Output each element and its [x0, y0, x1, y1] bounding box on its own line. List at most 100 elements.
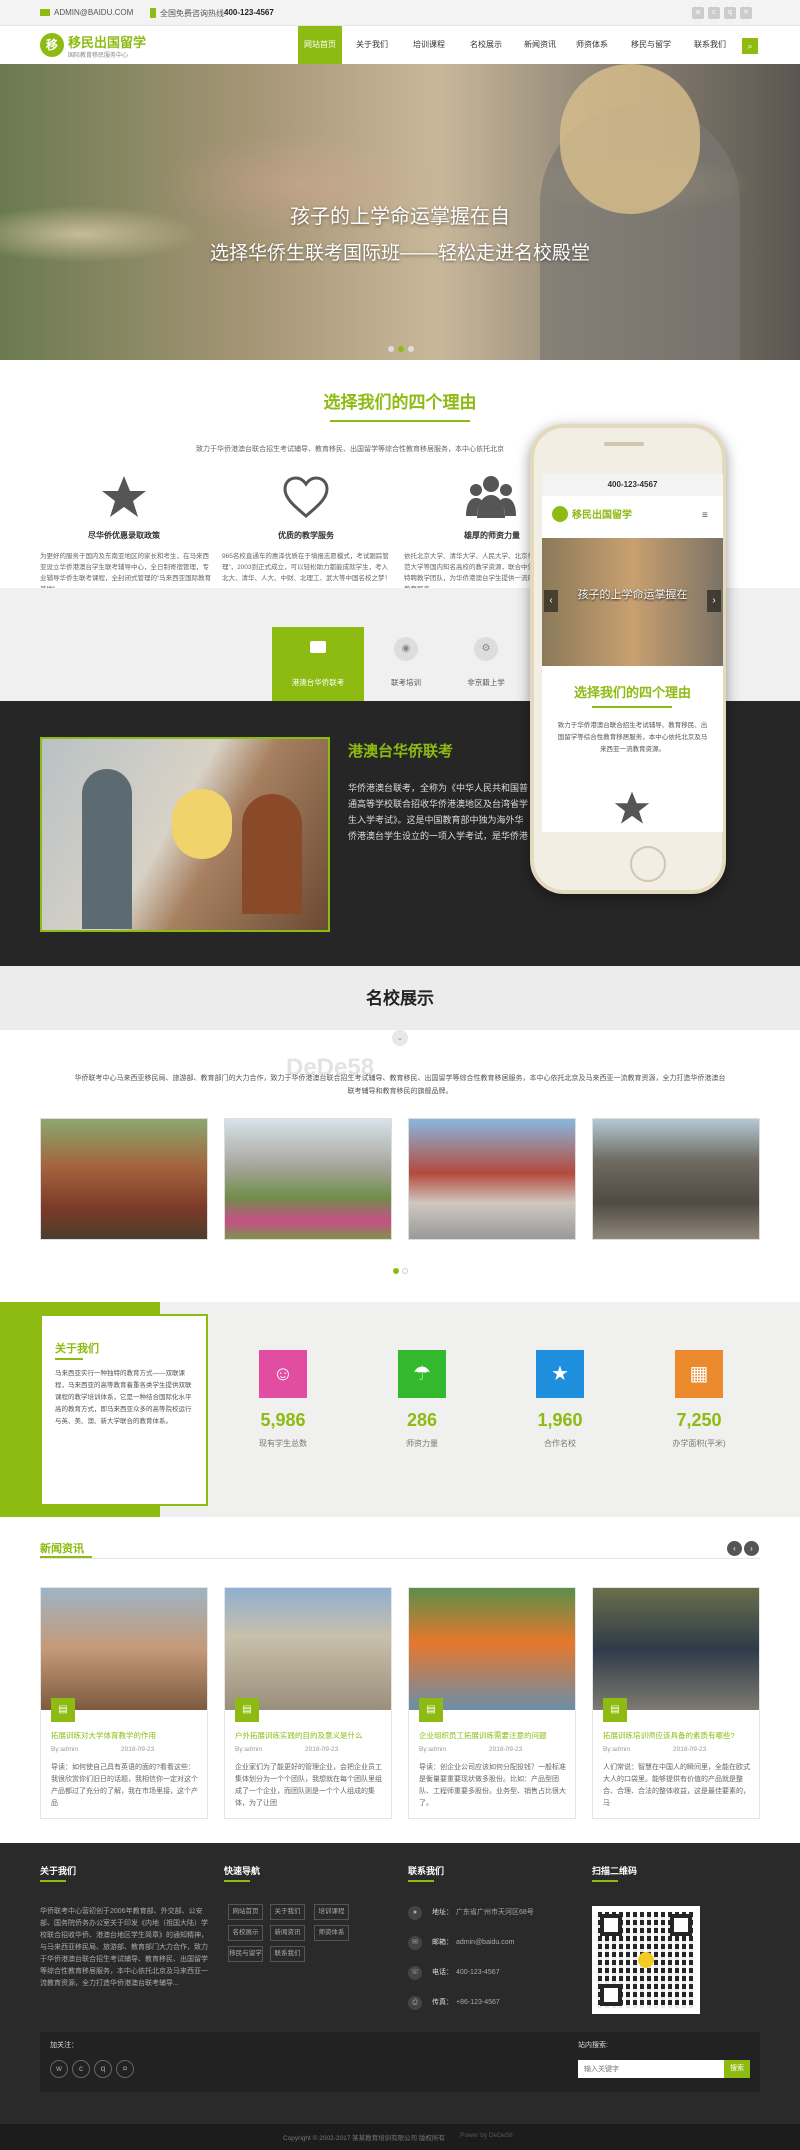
eye-icon: ◉	[394, 637, 418, 661]
stat-label-3: 合作名校	[544, 1439, 576, 1448]
phone-speaker	[604, 442, 644, 446]
footer-contact-title: 联系我们	[408, 1866, 445, 1876]
school-photo-4[interactable]	[592, 1118, 760, 1240]
qq-icon[interactable]: q	[94, 2060, 112, 2078]
schools-dot-1[interactable]	[393, 1268, 399, 1274]
chevron-down-icon[interactable]: ⌄	[392, 1030, 408, 1046]
logo-icon[interactable]: 移	[40, 33, 64, 57]
news-card-1[interactable]: ▤ 拓展训练对大学体育教学的作用 By:admin 2018-09-23 导读：…	[40, 1587, 208, 1819]
phone-icon: ☏	[408, 1966, 422, 1980]
news-card-2[interactable]: ▤ 户外拓展训练实践的目的及意义是什么 By:admin 2018-09-23 …	[224, 1587, 392, 1819]
heart-icon	[283, 476, 329, 518]
nav-item-home[interactable]: 网站首页	[298, 26, 342, 64]
stat-label-1: 现有学生总数	[259, 1439, 307, 1448]
footer-link-about[interactable]: 关于我们	[270, 1904, 305, 1920]
wechat-icon[interactable]: c	[72, 2060, 90, 2078]
top-email[interactable]: ADMIN@BAIDU.COM	[54, 8, 133, 17]
follow-label: 加关注：	[50, 2042, 78, 2049]
school-photo-2[interactable]	[224, 1118, 392, 1240]
feature-photo	[40, 737, 330, 932]
hero-dot-2[interactable]	[398, 346, 404, 352]
news-title: 新闻资讯	[40, 1543, 84, 1555]
tab-label-3: 非京籍上学	[467, 678, 505, 687]
students-icon: ☺	[259, 1350, 307, 1398]
phone-hero	[542, 538, 723, 666]
hero-dot-3[interactable]	[408, 346, 414, 352]
stat-value-1: 5,986	[260, 1410, 306, 1430]
news-image-3[interactable]	[409, 1588, 575, 1710]
cart-icon[interactable]: ¤	[116, 2060, 134, 2078]
news-summary-4: 人们常说：智慧在中国人的瞬间里，全能在欧式大人的口袋里。能够提供有价值的产品就是…	[603, 1764, 750, 1807]
mail-icon: ✉	[408, 1936, 422, 1950]
powered-by[interactable]: Power by DeDe58	[460, 2132, 513, 2139]
footer-link-schools[interactable]: 名校展示	[228, 1925, 263, 1941]
cart-icon[interactable]: ¤	[740, 7, 752, 19]
news-next-icon[interactable]: ›	[744, 1541, 759, 1556]
nav-item-about[interactable]: 关于我们	[350, 26, 394, 64]
hero-line-1: 孩子的上学命运掌握在自	[290, 206, 510, 228]
footer-link-contact[interactable]: 联系我们	[270, 1946, 305, 1962]
chevron-right-icon[interactable]: ›	[707, 590, 721, 612]
wechat-icon[interactable]: c	[708, 7, 720, 19]
weibo-icon[interactable]: w	[50, 2060, 68, 2078]
news-item-title-4[interactable]: 拓展训练培训师应该具备的素质有哪些?	[603, 1730, 751, 1741]
reason-text-2: 965名校直通车的惠泽优质在于填报志愿模式，考试跟踪管理”，2003到正式成立，…	[222, 553, 391, 582]
contact-label-2: 邮箱：	[432, 1939, 453, 1946]
contact-label-4: 传真：	[432, 1999, 453, 2006]
news-image-4[interactable]	[593, 1588, 759, 1710]
footer-link-immigration[interactable]: 移民与留学	[228, 1946, 263, 1962]
nav-item-teachers[interactable]: 师资体系	[570, 26, 614, 64]
nav-item-immigration[interactable]: 移民与留学	[622, 26, 680, 64]
contact-value-2[interactable]: admin@baidu.com	[456, 1937, 514, 1949]
weibo-icon[interactable]: w	[692, 7, 704, 19]
hero-dot-1[interactable]	[388, 346, 394, 352]
tab-training[interactable]: ◉ 联考培训	[360, 627, 452, 701]
news-image-1[interactable]	[41, 1588, 207, 1710]
footer-about-underline	[40, 1880, 66, 1882]
footer-link-news[interactable]: 新闻资讯	[270, 1925, 305, 1941]
star-badge-icon: ★	[536, 1350, 584, 1398]
news-divider	[40, 1558, 760, 1559]
nav-item-schools[interactable]: 名校展示	[464, 26, 508, 64]
news-card-4[interactable]: ▤ 拓展训练培训师应该具备的素质有哪些? By:admin 2018-09-23…	[592, 1587, 760, 1819]
footer-link-home[interactable]: 网站首页	[228, 1904, 263, 1920]
phone-reason-text: 致力于华侨港澳台联合招生考试辅导、教育移民、出国留学等综合性教育移居服务，本中心…	[557, 722, 708, 753]
stat-label-2: 师资力量	[406, 1439, 438, 1448]
news-prev-icon[interactable]: ‹	[727, 1541, 742, 1556]
news-tag-icon: ▤	[603, 1698, 627, 1722]
umbrella-icon: ☂	[398, 1350, 446, 1398]
footer-search-button[interactable]: 搜索	[724, 2060, 750, 2078]
qq-icon[interactable]: q	[724, 7, 736, 19]
reason-title-2: 优质的教学服务	[278, 531, 334, 540]
footer-search-input[interactable]	[578, 2060, 728, 2078]
news-item-title-1[interactable]: 拓展训练对大学体育教学的作用	[51, 1730, 199, 1741]
tab-hmt-exam[interactable]: 港澳台华侨联考	[272, 627, 364, 707]
footer-link-teachers[interactable]: 师资体系	[314, 1925, 349, 1941]
schools-dot-2[interactable]	[402, 1268, 408, 1274]
stat-value-4: 7,250	[676, 1410, 722, 1430]
news-tag-icon: ▤	[235, 1698, 259, 1722]
tab-non-beijing[interactable]: ⚙ 非京籍上学	[440, 627, 532, 701]
nav-item-contact[interactable]: 联系我们	[688, 26, 732, 64]
menu-icon[interactable]: ≡	[702, 510, 708, 521]
group-icon	[466, 476, 516, 518]
phone-logo-icon	[552, 506, 568, 522]
news-author-4: By:admin	[603, 1746, 631, 1753]
school-photo-1[interactable]	[40, 1118, 208, 1240]
footer-qr-title: 扫描二维码	[592, 1866, 638, 1876]
building-icon: ▦	[675, 1350, 723, 1398]
contact-label-3: 电话：	[432, 1969, 453, 1976]
news-item-title-2[interactable]: 户外拓展训练实践的目的及意义是什么	[235, 1730, 383, 1741]
brand-name[interactable]: 移民出国留学	[68, 32, 146, 51]
chevron-left-icon[interactable]: ‹	[544, 590, 558, 612]
news-card-3[interactable]: ▤ 企业组织员工拓展训练需要注意的问题 By:admin 2018-09-23 …	[408, 1587, 576, 1819]
news-item-title-3[interactable]: 企业组织员工拓展训练需要注意的问题	[419, 1730, 567, 1741]
news-image-2[interactable]	[225, 1588, 391, 1710]
footer-link-courses[interactable]: 培训课程	[314, 1904, 349, 1920]
gears-icon: ⚙	[474, 637, 498, 661]
school-photo-3[interactable]	[408, 1118, 576, 1240]
nav-item-news[interactable]: 新闻资讯	[518, 26, 562, 64]
feature-title: 港澳台华侨联考	[348, 743, 454, 760]
nav-item-courses[interactable]: 培训课程	[404, 26, 454, 64]
search-button-icon[interactable]: ⌕	[742, 38, 758, 54]
